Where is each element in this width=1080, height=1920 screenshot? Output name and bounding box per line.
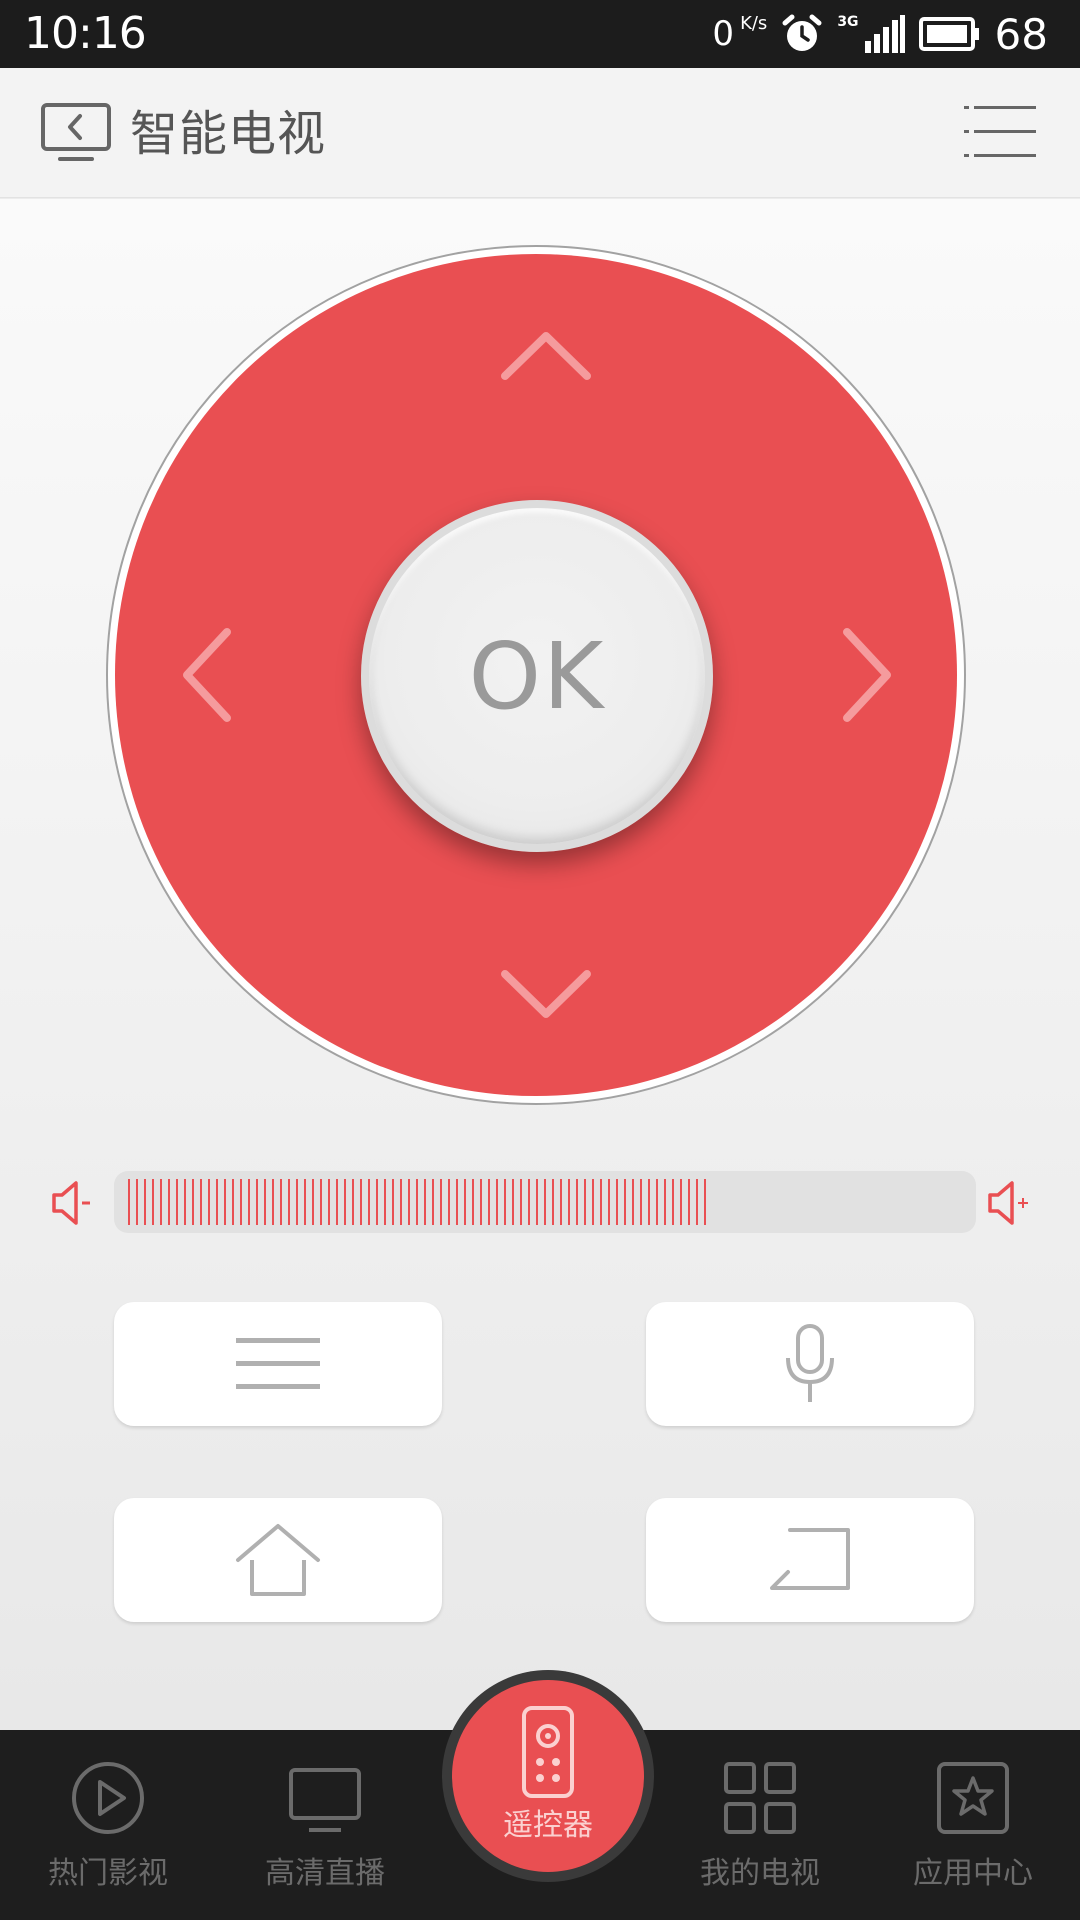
dpad-left-button[interactable] [157,620,267,730]
dpad-up-button[interactable] [491,304,601,414]
ok-label: OK [468,622,606,730]
home-button[interactable] [114,1498,442,1622]
menu-list-icon[interactable] [964,102,1036,162]
dpad-right-button[interactable] [807,620,917,730]
chevron-right-icon [843,628,891,722]
nav-item-remote[interactable]: 遥控器 [452,1680,644,1872]
volume-slider[interactable] [114,1171,976,1233]
play-circle-icon [72,1762,144,1834]
battery-icon [918,17,979,51]
star-box-icon [937,1762,1009,1834]
nav-label: 遥控器 [503,1808,593,1843]
chevron-down-icon [501,970,591,1018]
dpad-ring: OK [115,254,957,1096]
app-header: 智能电视 [0,68,1080,198]
grid-icon [724,1762,796,1834]
monitor-icon [289,1768,361,1832]
signal-icon [864,15,905,53]
status-icons: 0 K/s 3G 68 [712,9,1048,59]
net-speed: 0 K/s [712,13,768,55]
back-button[interactable] [646,1498,974,1622]
home-icon [236,1524,320,1596]
nav-label: 热门影视 [48,1856,168,1891]
volume-down-icon[interactable] [50,1179,100,1227]
page-title: 智能电视 [130,106,327,162]
remote-icon [522,1706,574,1798]
nav-item-hd-live[interactable]: 高清直播 [225,1760,425,1892]
voice-button[interactable] [646,1302,974,1426]
menu-button[interactable] [114,1302,442,1426]
remote-panel: OK [0,199,1080,1730]
nav-item-my-tv[interactable]: 我的电视 [660,1760,860,1892]
battery-level: 68 [994,9,1048,59]
ok-button[interactable]: OK [361,500,713,852]
volume-up-icon[interactable] [986,1179,1036,1227]
chevron-up-icon [501,332,591,380]
chevron-left-icon [183,628,231,722]
nav-label: 我的电视 [700,1856,820,1891]
nav-label: 应用中心 [913,1856,1033,1891]
dpad: OK [106,245,966,1105]
tv-back-icon[interactable] [40,102,112,164]
network-type: 3G [837,14,859,30]
microphone-icon [786,1324,834,1402]
nav-item-hot-videos[interactable]: 热门影视 [8,1760,208,1892]
nav-item-app-center[interactable]: 应用中心 [873,1760,1073,1892]
status-time: 10:16 [24,8,147,59]
nav-label: 高清直播 [265,1856,385,1891]
status-bar: 10:16 0 K/s 3G 68 [0,0,1080,68]
return-icon [770,1528,850,1590]
volume-level-fill [128,1179,712,1225]
dpad-down-button[interactable] [491,936,601,1046]
alarm-icon [782,14,822,51]
menu-icon [236,1338,320,1389]
